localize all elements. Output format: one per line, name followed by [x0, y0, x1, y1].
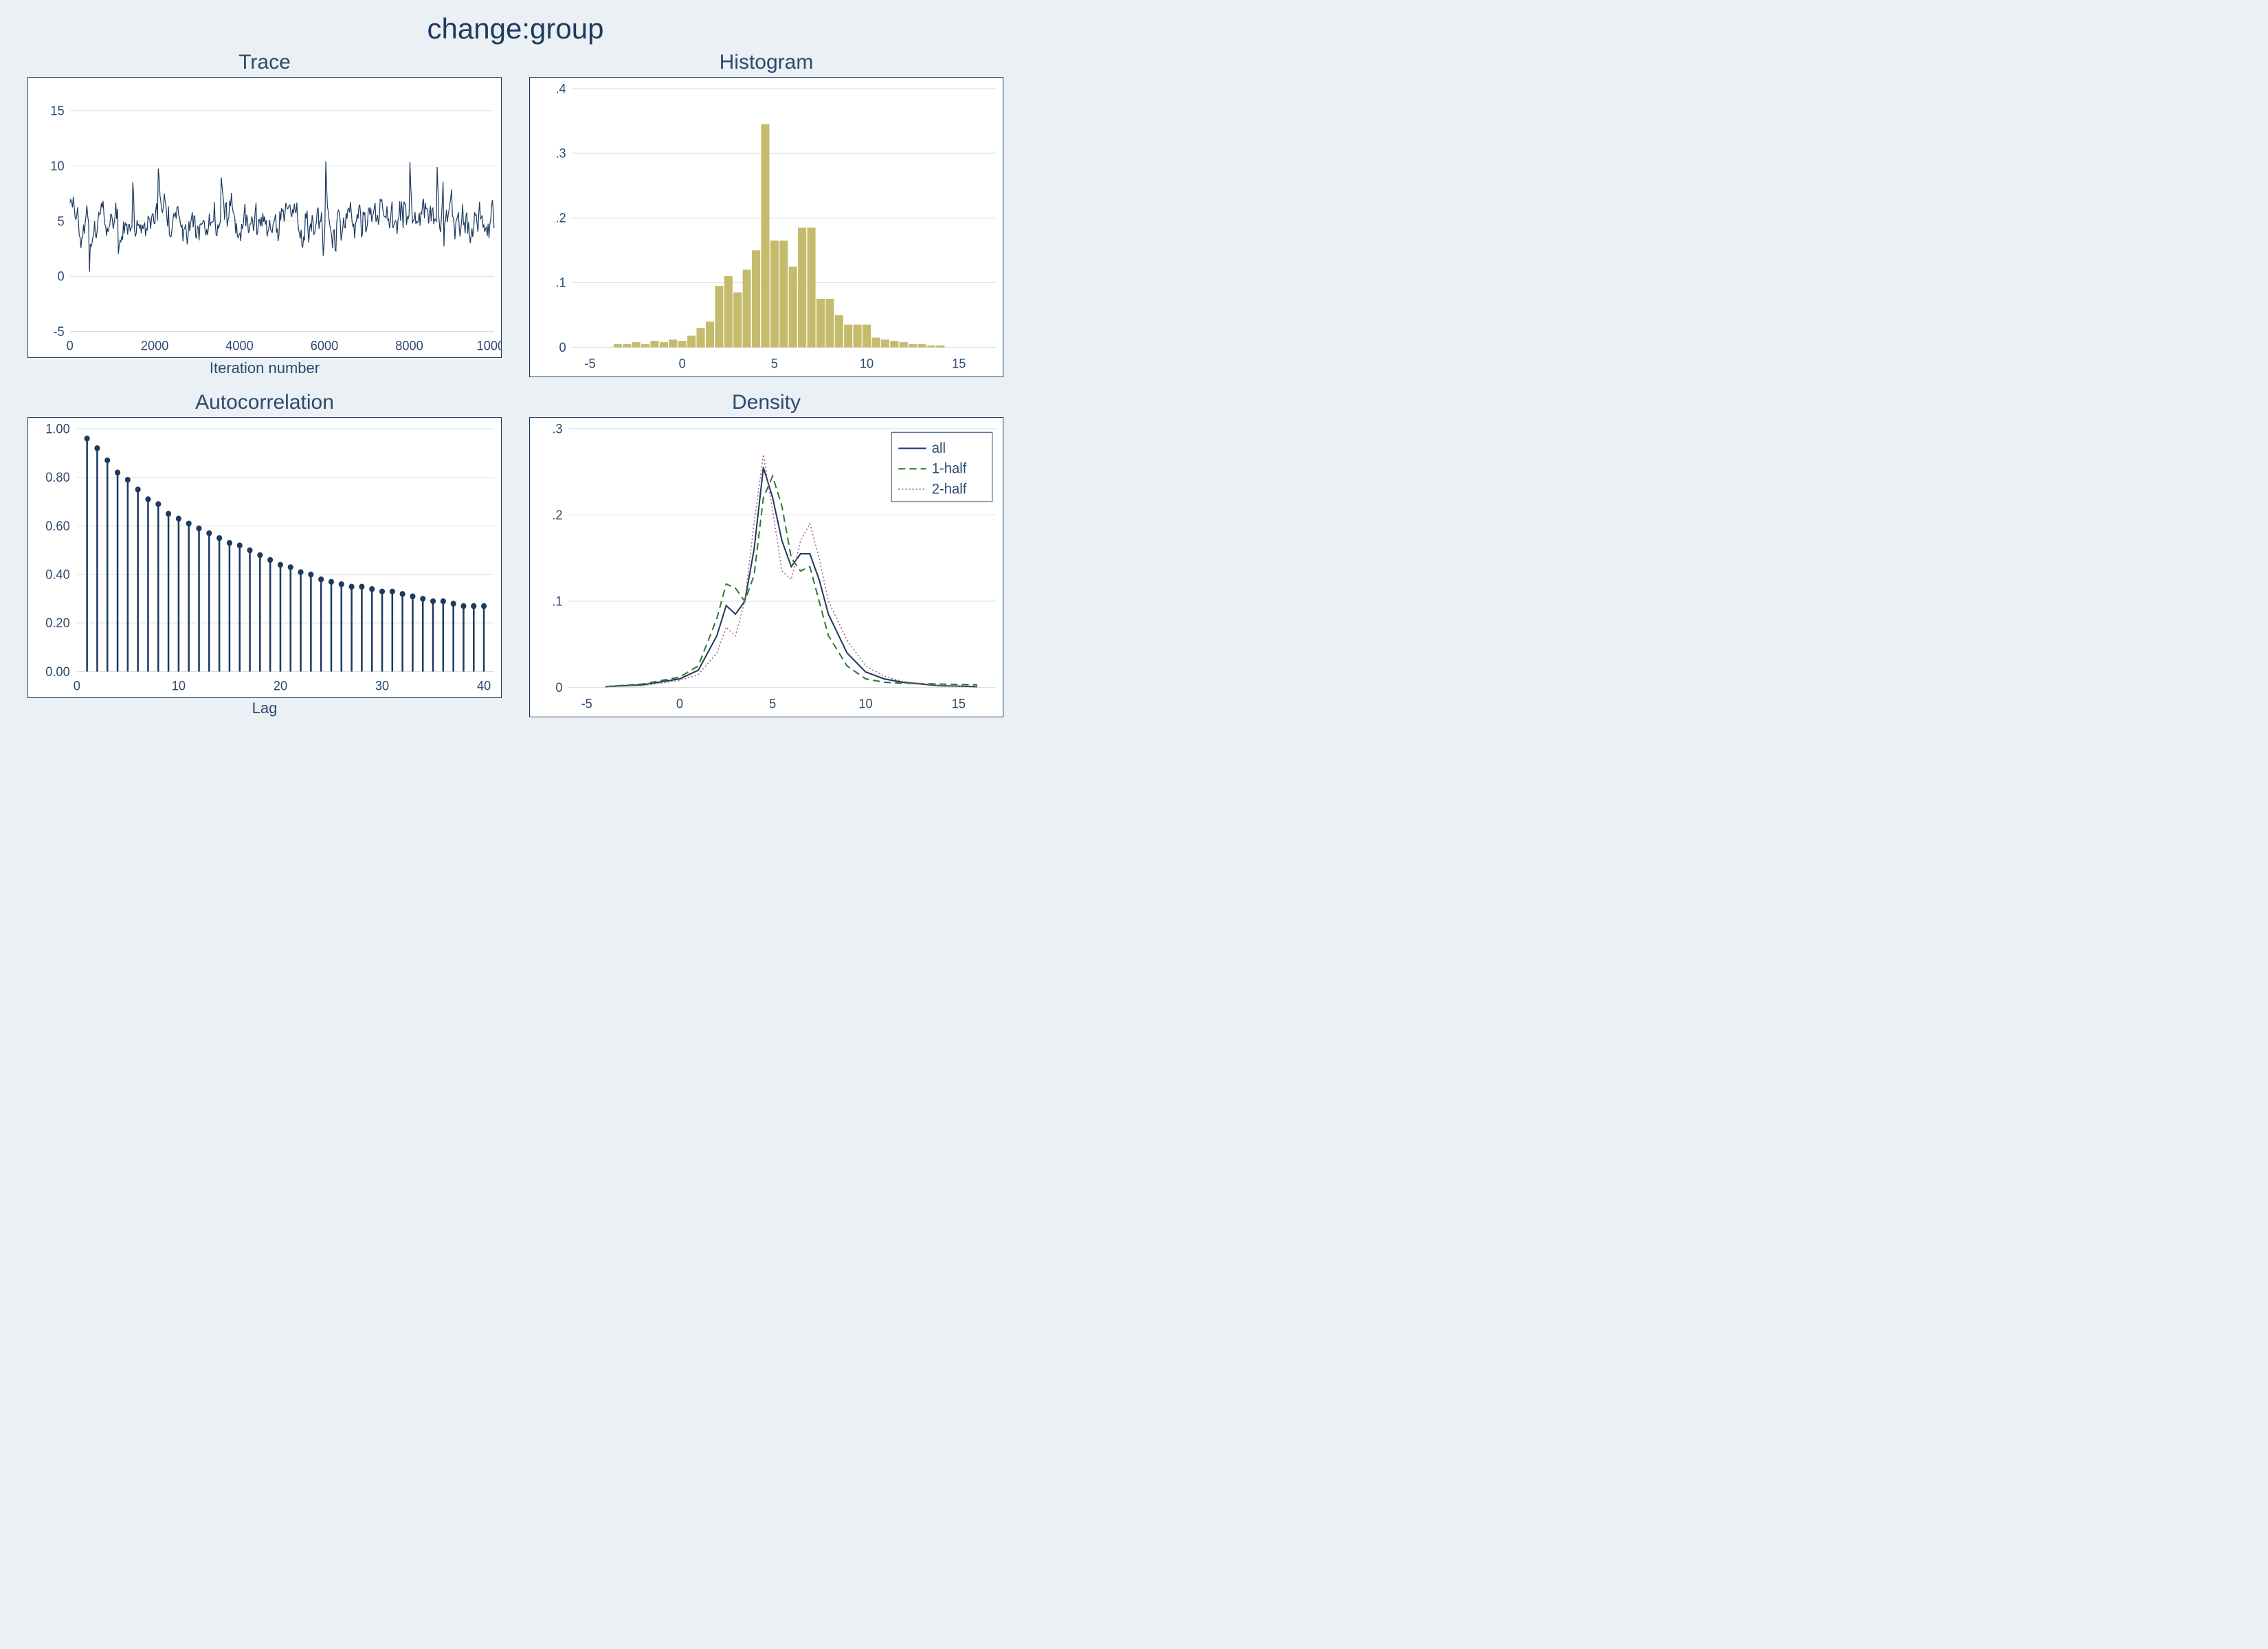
svg-text:0.80: 0.80 — [45, 470, 69, 485]
svg-text:all: all — [932, 440, 946, 457]
svg-text:-5: -5 — [581, 696, 592, 710]
svg-text:20: 20 — [274, 678, 287, 693]
svg-text:.3: .3 — [555, 146, 566, 160]
svg-text:40: 40 — [477, 678, 491, 693]
svg-text:-5: -5 — [53, 324, 64, 339]
svg-text:2-half: 2-half — [932, 481, 967, 497]
svg-text:15: 15 — [952, 696, 966, 710]
svg-text:30: 30 — [375, 678, 389, 693]
svg-text:10: 10 — [860, 356, 874, 370]
svg-text:0.00: 0.00 — [45, 664, 69, 679]
svg-text:10000: 10000 — [477, 338, 501, 353]
histogram-panel: Histogram 0 .1 .2 .3 .4 -5 0 5 10 15 — [529, 51, 1003, 377]
svg-text:15: 15 — [50, 103, 64, 118]
svg-text:10: 10 — [50, 158, 64, 173]
svg-text:15: 15 — [952, 356, 966, 370]
svg-text:1-half: 1-half — [932, 460, 967, 477]
svg-text:.1: .1 — [552, 594, 562, 608]
svg-text:0: 0 — [559, 340, 566, 355]
density-title: Density — [529, 391, 1003, 414]
diagnostic-figure: change:group Trace -50510150200040006000… — [0, 0, 1031, 749]
svg-text:0: 0 — [74, 678, 80, 693]
svg-text:10: 10 — [858, 696, 872, 710]
trace-panel: Trace -50510150200040006000800010000 Ite… — [27, 51, 502, 377]
svg-text:.3: .3 — [552, 421, 562, 436]
svg-text:0: 0 — [676, 696, 683, 710]
svg-text:8000: 8000 — [395, 338, 423, 353]
trace-plot: -50510150200040006000800010000 — [27, 77, 502, 358]
svg-text:0: 0 — [67, 338, 74, 353]
svg-text:5: 5 — [771, 356, 778, 370]
svg-text:0.20: 0.20 — [45, 616, 69, 631]
density-plot: 0 .1 .2 .3 -5 0 5 10 15 all 1-half 2-half — [529, 417, 1003, 717]
svg-text:1.00: 1.00 — [45, 421, 69, 436]
panel-grid: Trace -50510150200040006000800010000 Ite… — [0, 51, 1031, 738]
svg-text:5: 5 — [769, 696, 776, 710]
svg-text:0.40: 0.40 — [45, 567, 69, 582]
density-panel: Density 0 .1 .2 .3 -5 0 5 10 15 all 1-half 2-half — [529, 391, 1003, 717]
svg-text:.2: .2 — [552, 507, 562, 521]
svg-text:-5: -5 — [584, 356, 595, 370]
svg-text:10: 10 — [172, 678, 186, 693]
histogram-plot: 0 .1 .2 .3 .4 -5 0 5 10 15 — [529, 77, 1003, 377]
svg-text:0: 0 — [679, 356, 686, 370]
svg-text:0: 0 — [555, 680, 562, 695]
main-title: change:group — [0, 0, 1031, 51]
svg-text:.2: .2 — [555, 210, 566, 225]
acf-xlabel: Lag — [27, 699, 502, 717]
svg-text:5: 5 — [57, 214, 64, 229]
acf-plot: 0.00 0.20 0.40 0.60 0.80 1.00 0 10 20 30 40 — [27, 417, 502, 698]
svg-text:0.60: 0.60 — [45, 518, 69, 533]
histogram-title: Histogram — [529, 51, 1003, 74]
svg-text:0: 0 — [57, 269, 64, 284]
trace-title: Trace — [27, 51, 502, 74]
svg-text:4000: 4000 — [225, 338, 254, 353]
svg-text:.1: .1 — [555, 275, 566, 289]
trace-xlabel: Iteration number — [27, 359, 502, 377]
svg-text:6000: 6000 — [311, 338, 339, 353]
svg-text:.4: .4 — [555, 81, 566, 96]
svg-text:2000: 2000 — [141, 338, 169, 353]
acf-panel: Autocorrelation 0.00 0.20 0.40 0.60 0.80 1.00… — [27, 391, 502, 717]
acf-title: Autocorrelation — [27, 391, 502, 414]
